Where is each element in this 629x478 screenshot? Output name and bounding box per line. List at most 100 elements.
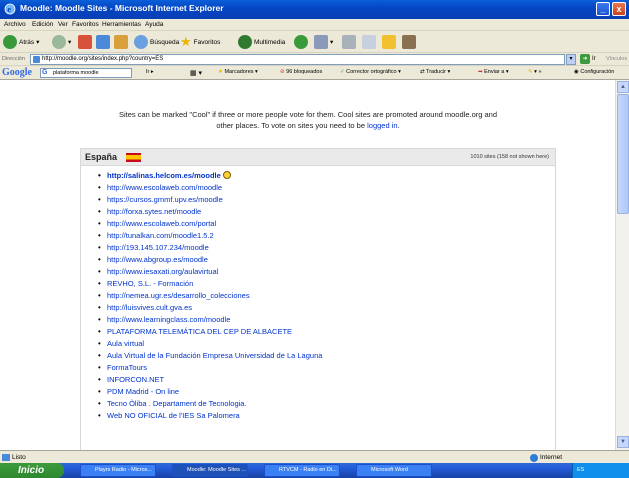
svg-text:e: e <box>7 5 11 14</box>
toolbar: Atrás ▾ ▾ Búsqueda ★ Favoritos Multimedi… <box>0 31 629 53</box>
list-item[interactable]: Tecno Òliba . Departament de Tecnologia. <box>97 399 322 411</box>
translate-icon: ⇄ <box>420 69 425 75</box>
mail-icon <box>314 35 328 49</box>
login-link[interactable]: logged in <box>367 121 397 130</box>
internet-explorer-icon: e <box>4 3 16 15</box>
list-item[interactable]: http://nemea.ugr.es/desarrollo_coleccion… <box>97 291 322 303</box>
list-item[interactable]: https://cursos.gmmf.upv.es/moodle <box>97 195 322 207</box>
scroll-up-arrow-icon[interactable]: ▲ <box>617 81 629 93</box>
search-button[interactable]: Búsqueda <box>134 33 179 51</box>
url-text: http://moodle.org/sites/index.php?countr… <box>42 56 164 62</box>
system-tray[interactable]: ES <box>572 463 629 478</box>
go-label[interactable]: Ir <box>592 56 596 62</box>
menu-herramientas[interactable]: Herramientas <box>102 21 141 28</box>
bookmarks-button[interactable]: ★ Marcadores ▾ <box>218 69 258 75</box>
spellcheck-icon: ✓ <box>340 69 345 75</box>
stop-icon <box>78 35 92 49</box>
list-item[interactable]: Aula Virtual de la Fundación Empresa Uni… <box>97 351 322 363</box>
address-label: Dirección <box>2 56 25 62</box>
security-zone: Internet <box>540 454 563 461</box>
list-item[interactable]: http://www.abgroup.es/moodle <box>97 255 322 267</box>
list-item[interactable]: INFORCON.NET <box>97 375 322 387</box>
home-button[interactable] <box>114 33 128 51</box>
close-button[interactable]: x <box>612 2 626 16</box>
bookmark-star-icon: ★ <box>218 69 223 75</box>
start-button[interactable]: Inicio <box>0 463 64 478</box>
search-icon <box>134 35 148 49</box>
pagerank-icon[interactable]: ▦ ▾ <box>190 69 202 77</box>
send-to-button[interactable]: ➡ Enviar a ▾ <box>478 69 509 75</box>
google-logo[interactable]: Google <box>2 67 32 78</box>
taskbar-item-playrs-radio[interactable]: Playrs Radio - Micros... <box>80 464 156 477</box>
list-item[interactable]: http://forxa.sytes.net/moodle <box>97 207 322 219</box>
back-button[interactable]: Atrás ▾ <box>3 33 39 51</box>
spellcheck-button[interactable]: ✓ Corrector ortográfico ▾ <box>340 69 401 75</box>
minimize-button[interactable]: _ <box>596 2 610 16</box>
print-button[interactable] <box>342 33 356 51</box>
menu-ayuda[interactable]: Ayuda <box>145 21 163 28</box>
google-search-input[interactable]: G plataforma moodle <box>40 68 132 78</box>
stop-button[interactable] <box>78 33 92 51</box>
scroll-down-arrow-icon[interactable]: ▼ <box>617 436 629 448</box>
list-item[interactable]: PLATAFORMA TELEMÁTICA DEL CEP DE ALBACET… <box>97 327 322 339</box>
highlight-button[interactable]: ✎ ▾ » <box>528 69 542 75</box>
list-item[interactable]: http://www.learningclass.com/moodle <box>97 315 322 327</box>
taskbar-item-moodle-sites[interactable]: Moodle: Moodle Sites ... <box>172 464 248 477</box>
vertical-scrollbar[interactable]: ▲ ▼ <box>615 80 629 450</box>
folder-icon <box>382 35 396 49</box>
language-indicator[interactable]: ES <box>577 467 584 473</box>
history-button[interactable] <box>294 33 308 51</box>
mail-button[interactable]: ▾ <box>314 33 333 51</box>
edit-button[interactable] <box>362 33 376 51</box>
multimedia-button[interactable]: Multimedia <box>238 33 285 51</box>
scrollbar-thumb[interactable] <box>617 94 629 214</box>
menu-ver[interactable]: Ver <box>58 21 68 28</box>
status-text: Listo <box>12 454 26 461</box>
list-item[interactable]: http://luisvives.cult.gva.es <box>97 303 322 315</box>
url-dropdown-button[interactable]: ▾ <box>566 54 576 65</box>
menu-favoritos[interactable]: Favoritos <box>72 21 99 28</box>
list-item[interactable]: PDM Madrid - On line <box>97 387 322 399</box>
translate-button[interactable]: ⇄ Traducir ▾ <box>420 69 450 75</box>
links-toolbar[interactable]: Vínculos <box>606 56 627 62</box>
highlighter-icon: ✎ <box>528 69 533 75</box>
menu-bar: Archivo Edición Ver Favoritos Herramient… <box>0 19 629 31</box>
country-name: España <box>85 152 118 162</box>
intro-text: Sites can be marked "Cool" if three or m… <box>118 110 498 130</box>
send-icon: ➡ <box>478 69 483 75</box>
title-bar[interactable]: e Moodle: Moodle Sites - Microsoft Inter… <box>0 0 629 19</box>
popup-blocker-button[interactable]: ⊘ 96 bloqueados <box>280 69 322 75</box>
forward-button[interactable]: ▾ <box>52 33 71 51</box>
list-item[interactable]: Web NO OFICIAL de l'IES Sa Palomera <box>97 411 322 423</box>
menu-archivo[interactable]: Archivo <box>4 21 26 28</box>
list-item[interactable]: http://salinas.helcom.es/moodle <box>97 171 322 183</box>
google-toolbar: Google G plataforma moodle Ir ▸ ▦ ▾ ★ Ma… <box>0 66 629 80</box>
google-go-button[interactable]: Ir ▸ <box>146 69 154 75</box>
site-list: http://salinas.helcom.es/moodle http://w… <box>97 171 322 423</box>
menu-edicion[interactable]: Edición <box>32 21 53 28</box>
list-item[interactable]: http://www.escolaweb.com/moodle <box>97 183 322 195</box>
messenger-button[interactable] <box>402 33 416 51</box>
status-bar: Listo Internet <box>0 450 629 463</box>
list-item[interactable]: http://www.iesaxati.org/aulavirtual <box>97 267 322 279</box>
settings-button[interactable]: ◉ Configuración <box>574 69 614 75</box>
taskbar-item-microsoft-word[interactable]: Microsoft Word <box>356 464 432 477</box>
media-icon <box>238 35 252 49</box>
list-item[interactable]: REVHO, S.L. - Formación <box>97 279 322 291</box>
list-item[interactable]: Aula virtual <box>97 339 322 351</box>
spain-flag-icon <box>126 153 141 162</box>
list-item[interactable]: http://www.escolaweb.com/portal <box>97 219 322 231</box>
taskbar-item-rtvcm-radio[interactable]: RTVCM - Radio en Di... <box>264 464 340 477</box>
page-content: Sites can be marked "Cool" if three or m… <box>0 80 615 450</box>
go-button[interactable]: ➜ <box>580 54 590 64</box>
list-item[interactable]: FormaTours <box>97 363 322 375</box>
list-item[interactable]: http://tunalkan.com/moodle1.5.2 <box>97 231 322 243</box>
list-item[interactable]: http://193.145.107.234/moodle <box>97 243 322 255</box>
cool-site-smiley-icon <box>222 171 231 179</box>
print-icon <box>342 35 356 49</box>
url-field[interactable]: http://moodle.org/sites/index.php?countr… <box>30 54 565 65</box>
folder-button[interactable] <box>382 33 396 51</box>
refresh-button[interactable] <box>96 33 110 51</box>
favorites-button[interactable]: ★ Favoritos <box>180 33 220 51</box>
messenger-icon <box>402 35 416 49</box>
